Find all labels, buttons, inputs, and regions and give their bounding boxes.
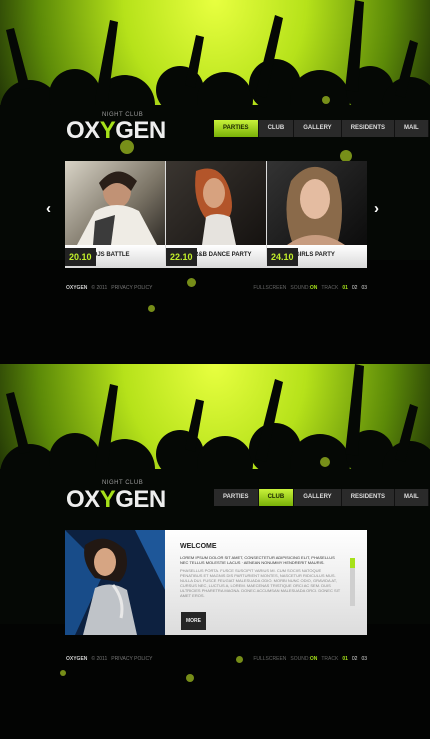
track-03[interactable]: 03	[361, 285, 367, 291]
prev-arrow-icon[interactable]: ‹	[46, 200, 51, 217]
sound-toggle[interactable]: ON	[310, 656, 318, 662]
track-01[interactable]: 01	[342, 656, 348, 662]
girl-photo-image	[286, 166, 345, 245]
welcome-text-block: WELCOME LOREM IPSUM DOLOR SIT AMET, CONS…	[180, 543, 342, 598]
more-button[interactable]: MORE	[181, 612, 206, 630]
bokeh-light	[322, 96, 330, 104]
footer-right: FULLSCREEN SOUND:ON TRACK 01 02 03	[253, 656, 367, 662]
track-03[interactable]: 03	[361, 656, 367, 662]
nav-item-mail[interactable]: MAIL	[395, 120, 429, 137]
nav-item-club[interactable]: CLUB	[258, 120, 295, 137]
privacy-link[interactable]: PRIVACY POLICY	[111, 285, 152, 291]
screen-club: NIGHT CLUB OXYGEN PARTIES CLUB GALLERY R…	[0, 364, 430, 739]
fullscreen-button[interactable]: FULLSCREEN	[253, 656, 286, 662]
bokeh-light	[187, 278, 196, 287]
events-carousel: 20.10 DJS BATTLE 22.10 R&B DANCE PARTY 24.…	[65, 161, 367, 268]
nav-item-parties[interactable]: PARTIES	[214, 489, 259, 506]
next-arrow-icon[interactable]: ›	[374, 200, 379, 217]
event-title: GIRLS PARTY	[295, 252, 335, 258]
welcome-heading: WELCOME	[180, 543, 217, 550]
track-label: TRACK	[321, 656, 339, 662]
track-label: TRACK	[321, 285, 339, 291]
nav-item-mail[interactable]: MAIL	[395, 489, 429, 506]
event-photo	[166, 161, 266, 245]
sound-label: SOUND:	[290, 285, 310, 291]
nav-item-parties[interactable]: PARTIES	[214, 120, 259, 137]
club-photo	[65, 530, 165, 635]
scrollbar-thumb[interactable]	[350, 558, 355, 568]
fullscreen-button[interactable]: FULLSCREEN	[253, 285, 286, 291]
bokeh-light	[186, 674, 194, 682]
welcome-body: PHASELLUS PORTA. FUSCE SUSCIPIT VARIUS M…	[180, 568, 341, 598]
welcome-panel: WELCOME LOREM IPSUM DOLOR SIT AMET, CONS…	[65, 530, 367, 635]
dj-photo-image	[77, 171, 157, 245]
site-logo[interactable]: OXYGEN	[66, 117, 166, 145]
bokeh-light	[148, 305, 155, 312]
singer-photo-image	[65, 530, 165, 635]
track-01[interactable]: 01	[342, 285, 348, 291]
content-scrollbar[interactable]	[350, 558, 355, 606]
footer-copyright: © 2011	[91, 656, 108, 662]
nav-item-gallery[interactable]: GALLERY	[294, 120, 342, 137]
main-nav: PARTIES CLUB GALLERY RESIDENTS MAIL	[214, 489, 429, 506]
bokeh-light	[60, 670, 66, 676]
main-nav: PARTIES CLUB GALLERY RESIDENTS MAIL	[214, 120, 429, 137]
event-date: 24.10	[267, 248, 298, 266]
track-02[interactable]: 02	[352, 285, 358, 291]
event-photo	[65, 161, 165, 245]
event-photo	[267, 161, 367, 245]
sound-label: SOUND:	[290, 656, 310, 662]
event-date: 22.10	[166, 248, 197, 266]
footer-left: OXYGEN © 2011 PRIVACY POLICY	[66, 285, 152, 291]
nav-item-residents[interactable]: RESIDENTS	[341, 120, 396, 137]
site-logo[interactable]: OXYGEN	[66, 486, 166, 514]
event-title: DJS BATTLE	[93, 252, 130, 258]
track-02[interactable]: 02	[352, 656, 358, 662]
nav-item-residents[interactable]: RESIDENTS	[341, 489, 396, 506]
footer-copyright: © 2011	[91, 285, 108, 291]
event-date: 20.10	[65, 248, 96, 266]
footer-brand: OXYGEN	[66, 285, 88, 291]
footer-right: FULLSCREEN SOUND:ON TRACK 01 02 03	[253, 285, 367, 291]
privacy-link[interactable]: PRIVACY POLICY	[111, 656, 152, 662]
sound-toggle[interactable]: ON	[310, 285, 318, 291]
welcome-intro: LOREM IPSUM DOLOR SIT AMET, CONSECTETUR …	[180, 555, 335, 565]
event-title: R&B DANCE PARTY	[194, 252, 252, 258]
nav-item-gallery[interactable]: GALLERY	[294, 489, 342, 506]
footer-brand: OXYGEN	[66, 656, 88, 662]
footer-left: OXYGEN © 2011 PRIVACY POLICY	[66, 656, 152, 662]
nav-item-club[interactable]: CLUB	[258, 489, 295, 506]
screen-parties: NIGHT CLUB OXYGEN PARTIES CLUB GALLERY R…	[0, 0, 430, 364]
dancer-photo-image	[195, 168, 236, 245]
event-card[interactable]: 20.10 DJS BATTLE	[65, 161, 165, 268]
bokeh-light	[320, 457, 330, 467]
event-card[interactable]: 24.10 GIRLS PARTY	[267, 161, 367, 268]
event-card[interactable]: 22.10 R&B DANCE PARTY	[166, 161, 266, 268]
bokeh-light	[236, 656, 243, 663]
